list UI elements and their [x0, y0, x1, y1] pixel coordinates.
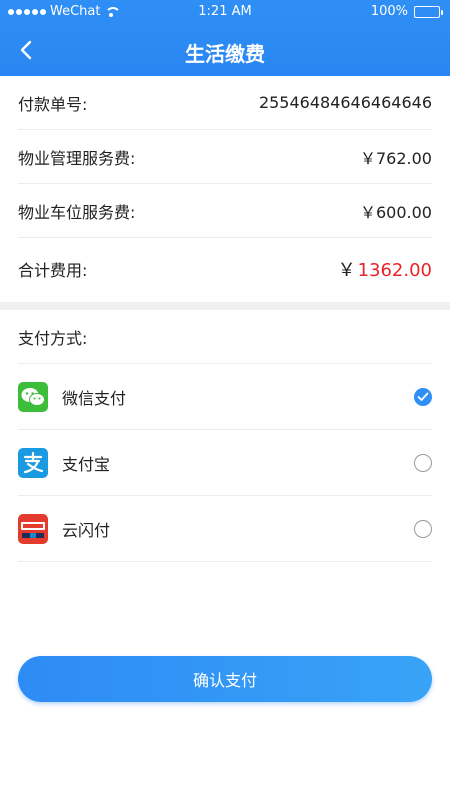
- battery-percent: 100%: [370, 4, 408, 19]
- payment-methods: 支付方式: 微信支付 支付宝 云闪付: [18, 310, 432, 562]
- parking-fee-row: 物业车位服务费: ￥600.00: [18, 184, 432, 238]
- payment-option-label: 微信支付: [62, 388, 127, 408]
- total-label: 合计费用:: [18, 261, 88, 280]
- wechat-icon: [18, 381, 48, 412]
- property-management-fee-label: 物业管理服务费:: [18, 148, 136, 168]
- payment-option-label: 云闪付: [62, 520, 111, 540]
- status-right: 100%: [370, 4, 443, 19]
- section-divider: [0, 302, 450, 310]
- total-row: 合计费用: ￥ 1362.00: [18, 238, 432, 300]
- parking-fee-label: 物业车位服务费:: [18, 202, 136, 222]
- radio-unchecked-icon[interactable]: [414, 520, 432, 538]
- payment-option-unionpay[interactable]: 云闪付: [18, 496, 432, 562]
- payment-option-label: 支付宝: [62, 454, 111, 474]
- payment-method-title: 支付方式:: [18, 310, 432, 364]
- battery-icon: [414, 5, 443, 18]
- total-currency: ￥: [337, 260, 356, 281]
- radio-checked-icon[interactable]: [414, 388, 432, 406]
- alipay-icon: [18, 447, 48, 478]
- parking-fee-value: ￥600.00: [360, 202, 432, 222]
- order-number-value: 25546484646464646: [258, 93, 432, 112]
- radio-unchecked-icon[interactable]: [414, 454, 432, 472]
- confirm-payment-button[interactable]: 确认支付: [18, 656, 432, 702]
- payment-option-alipay[interactable]: 支付宝: [18, 430, 432, 496]
- order-number-row: 付款单号: 25546484646464646: [18, 76, 432, 130]
- total-amount: ￥ 1362.00: [338, 256, 432, 282]
- total-value: 1362.00: [357, 260, 432, 281]
- order-number-label: 付款单号:: [18, 94, 88, 114]
- bill-details: 付款单号: 25546484646464646 物业管理服务费: ￥762.00…: [18, 76, 432, 300]
- payment-option-wechat[interactable]: 微信支付: [18, 364, 432, 430]
- unionpay-icon: [18, 513, 48, 544]
- header: WeChat 1:21 AM 100% 生活缴费: [0, 0, 450, 76]
- property-management-fee-row: 物业管理服务费: ￥762.00: [18, 130, 432, 184]
- page-title: 生活缴费: [185, 42, 265, 66]
- status-bar: WeChat 1:21 AM 100%: [0, 0, 450, 24]
- nav-bar: 生活缴费: [0, 24, 450, 76]
- property-management-fee-value: ￥762.00: [360, 148, 432, 168]
